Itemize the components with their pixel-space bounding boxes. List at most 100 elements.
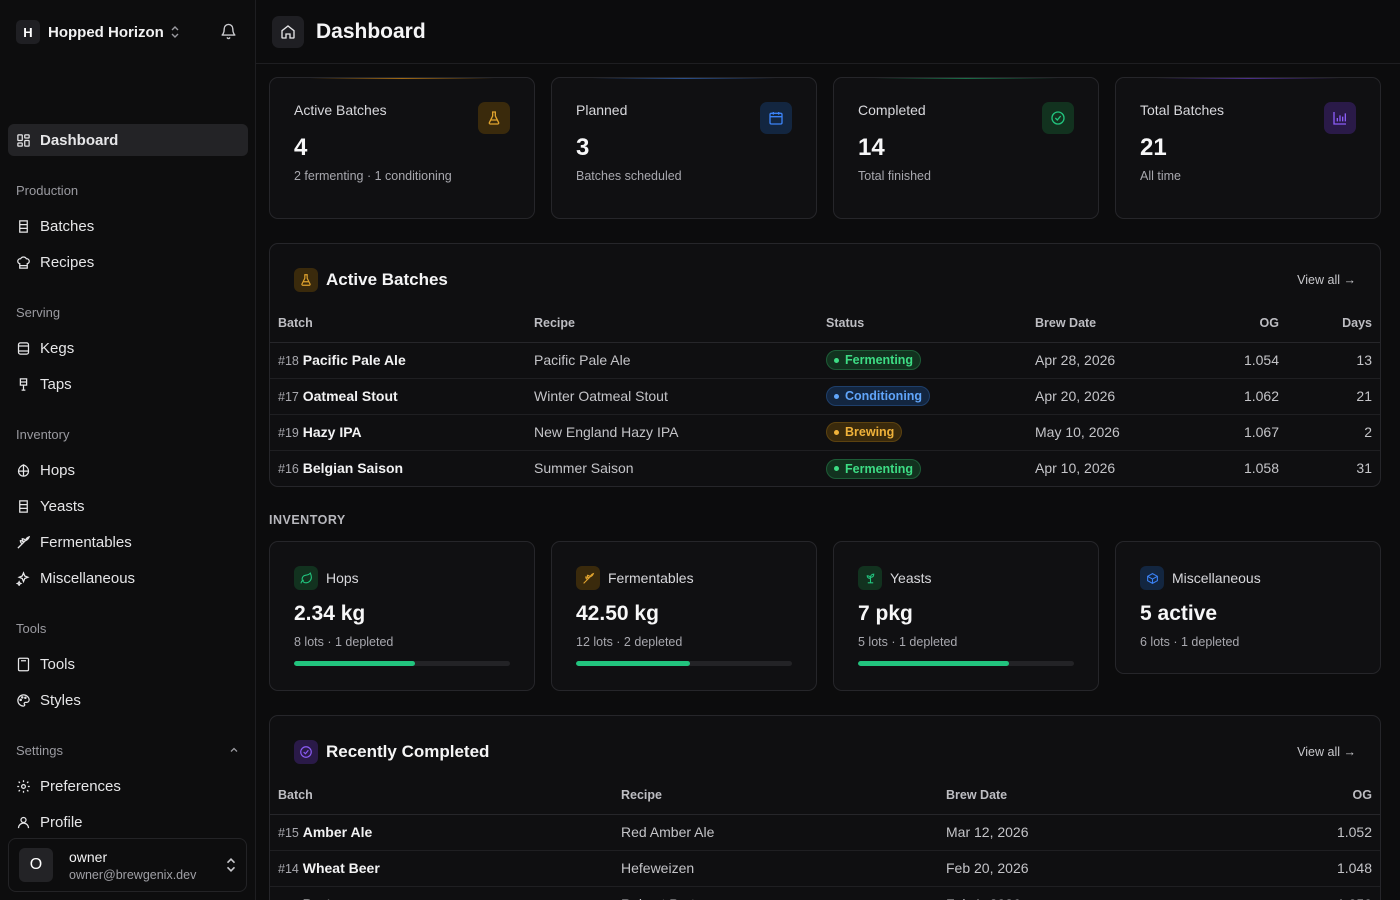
sidebar-item-fermentables[interactable]: Fermentables	[8, 526, 248, 558]
sidebar-item-miscellaneous[interactable]: Miscellaneous	[8, 562, 248, 594]
view-all-link[interactable]: View all →	[1297, 745, 1356, 759]
sidebar-item-label: Miscellaneous	[40, 569, 136, 587]
inventory-value: 7 pkg	[858, 602, 913, 625]
column-header[interactable]: Batch	[270, 788, 613, 815]
status-badge: Brewing	[826, 422, 903, 443]
nav-group-settings[interactable]: Settings	[0, 740, 256, 760]
sidebar-item-label: Batches	[40, 217, 95, 235]
batch-name[interactable]: Belgian Saison	[303, 460, 403, 476]
table-row[interactable]: #17 Oatmeal Stout Winter Oatmeal Stout Con…	[270, 378, 1380, 415]
stock-progress-fill	[576, 661, 691, 666]
recently-completed-panel: Recently Completed View all → Batch Reci…	[269, 715, 1381, 900]
layout-grid-icon	[17, 133, 30, 147]
og-cell: 1.059	[1188, 886, 1380, 900]
batch-number: #14	[278, 862, 299, 876]
brand-switcher[interactable]: H Hopped Horizon	[0, 0, 255, 64]
sidebar-item-recipes[interactable]: Recipes	[8, 246, 248, 278]
inventory-label: Miscellaneous	[1172, 570, 1261, 586]
batch-cell: #14 Wheat Beer	[270, 850, 613, 887]
column-header[interactable]: Batch	[270, 316, 526, 343]
batch-name[interactable]: Amber Ale	[303, 824, 373, 840]
batch-cell: #16 Belgian Saison	[270, 450, 526, 486]
sidebar-item-batches[interactable]: Batches	[8, 210, 248, 242]
barrel-icon	[19, 219, 28, 233]
barrel-icon	[19, 499, 28, 513]
batch-cell: #17 Oatmeal Stout	[270, 378, 526, 415]
sidebar-item-label: Hops	[40, 461, 76, 479]
table-row[interactable]: #13 PorterRobust PorterFeb 1, 20261.059	[270, 886, 1380, 900]
hop-icon	[17, 463, 30, 477]
status-cell: Brewing	[818, 414, 1027, 451]
sidebar-item-label: Styles	[40, 691, 81, 709]
column-header[interactable]: Days	[1287, 316, 1380, 343]
panel-title: Active Batches	[326, 270, 448, 289]
sidebar-item-label: Taps	[40, 375, 72, 393]
table-row[interactable]: #14 Wheat Beer Hefeweizen Feb 20, 2026 1.04…	[270, 850, 1380, 887]
brand-name: Hopped Horizon	[48, 23, 164, 41]
sidebar-item-styles[interactable]: Styles	[8, 684, 248, 716]
sidebar-item-taps[interactable]: Taps	[8, 368, 248, 400]
column-header[interactable]: Brew Date	[938, 788, 1188, 815]
inventory-label: Hops	[326, 570, 359, 586]
inventory-card-fermentables[interactable]: Fermentables 42.50 kg 12 lots · 2 deplet…	[551, 541, 817, 691]
sidebar-item-label: Recipes	[40, 253, 95, 271]
batch-name[interactable]: Wheat Beer	[303, 860, 380, 876]
table-row[interactable]: #18 Pacific Pale Ale Pacific Pale Ale Ferm…	[270, 342, 1380, 379]
sidebar-item-kegs[interactable]: Kegs	[8, 332, 248, 364]
batch-number: #15	[278, 826, 299, 840]
column-header[interactable]: Recipe	[526, 316, 818, 343]
sidebar-item-preferences[interactable]: Preferences	[8, 770, 248, 802]
inventory-card-yeasts[interactable]: Yeasts 7 pkg 5 lots · 1 depleted	[833, 541, 1099, 691]
view-all-link[interactable]: View all →	[1297, 273, 1356, 287]
panel-title: Recently Completed	[326, 742, 490, 761]
recipe-cell: Robust Porter	[613, 886, 938, 900]
sidebar-item-profile[interactable]: Profile	[8, 806, 248, 830]
brand-badge: H	[16, 20, 40, 44]
sidebar-item-hops[interactable]: Hops	[8, 454, 248, 486]
home-button[interactable]	[272, 15, 304, 48]
og-cell: 1.067	[1207, 414, 1287, 451]
chevron-up-icon	[230, 747, 238, 752]
batch-cell: #15 Amber Ale	[270, 814, 613, 851]
column-header[interactable]: Brew Date	[1027, 316, 1207, 343]
column-header[interactable]: OG	[1207, 316, 1287, 343]
brew-date-cell: May 10, 2026	[1027, 414, 1207, 451]
inventory-card-hops[interactable]: Hops 2.34 kg 8 lots · 1 depleted	[269, 541, 535, 691]
batch-number: #18	[278, 354, 299, 368]
sidebar-item-tools[interactable]: Tools	[8, 648, 248, 680]
recipe-cell: New England Hazy IPA	[526, 414, 818, 451]
home-icon	[281, 24, 295, 39]
sidebar-item-dashboard[interactable]: Dashboard	[8, 124, 248, 156]
status-dot	[834, 429, 839, 435]
inventory-label: Fermentables	[608, 570, 694, 586]
bell-icon[interactable]	[220, 23, 238, 41]
stat-value: 21	[1140, 134, 1167, 161]
brew-date-cell: Apr 20, 2026	[1027, 378, 1207, 415]
box-icon	[1140, 566, 1164, 590]
wheat-icon	[576, 566, 600, 590]
inventory-value: 42.50 kg	[576, 602, 659, 625]
column-header[interactable]: Status	[818, 316, 1027, 343]
batch-name[interactable]: Pacific Pale Ale	[303, 352, 406, 368]
nav-group-serving: Serving	[0, 302, 256, 322]
user-icon	[17, 816, 30, 828]
column-header[interactable]: Recipe	[613, 788, 938, 815]
batch-name[interactable]: Porter	[303, 896, 344, 900]
user-menu[interactable]: O owner owner@brewgenix.dev	[8, 838, 247, 892]
days-cell: 2	[1287, 414, 1380, 451]
table-header-row: Batch Recipe Status Brew Date OG Days	[270, 316, 1380, 343]
inventory-card-miscellaneous[interactable]: Miscellaneous 5 active 6 lots · 1 deplet…	[1115, 541, 1381, 674]
inventory-cards: Hops 2.34 kg 8 lots · 1 depleted Ferment…	[269, 541, 1381, 691]
table-row[interactable]: #19 Hazy IPA New England Hazy IPA Brewing M…	[270, 414, 1380, 451]
nav-group-label: Tools	[16, 620, 47, 636]
column-header[interactable]: OG	[1188, 788, 1380, 815]
nav-group-label: Production	[16, 182, 79, 198]
brew-date-cell: Feb 1, 2026	[938, 886, 1188, 900]
sidebar-item-yeasts[interactable]: Yeasts	[8, 490, 248, 522]
table-row[interactable]: #15 Amber Ale Red Amber Ale Mar 12, 2026 1.…	[270, 814, 1380, 851]
batch-name[interactable]: Oatmeal Stout	[303, 388, 398, 404]
inventory-value: 2.34 kg	[294, 602, 366, 625]
table-row[interactable]: #16 Belgian Saison Summer Saison Fermentin…	[270, 450, 1380, 486]
batch-name[interactable]: Hazy IPA	[303, 424, 362, 440]
active-batches-panel: Active Batches View all → Batch Recipe S…	[269, 243, 1381, 487]
